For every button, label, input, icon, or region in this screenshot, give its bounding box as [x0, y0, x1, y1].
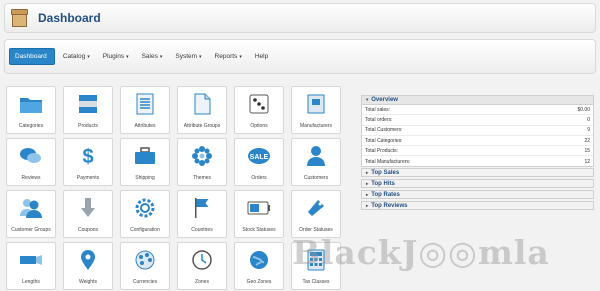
user-group-icon — [19, 196, 43, 220]
stat-row: Total sales: $0.00 — [362, 105, 593, 116]
watermark: BlackJ◎◎mla — [292, 233, 550, 272]
stat-label: Total Categories: — [365, 137, 403, 144]
products-icon — [76, 92, 100, 116]
person-icon — [304, 144, 328, 168]
battery-icon — [247, 196, 271, 220]
chevron-right-icon: ▸ — [366, 180, 369, 186]
tile-categories[interactable]: Categories — [6, 86, 56, 134]
tile-products[interactable]: Products — [63, 86, 113, 134]
globe-icon — [247, 248, 271, 272]
tile-zones[interactable]: Zones — [177, 242, 227, 290]
tile-customer-groups[interactable]: Customer Groups — [6, 190, 56, 238]
page-title: Dashboard — [38, 11, 101, 25]
nav-catalog[interactable]: Catalog ▾ — [58, 49, 95, 64]
briefcase-icon — [133, 144, 157, 168]
nav-system[interactable]: System ▾ — [170, 49, 206, 64]
tile-lengths[interactable]: Lengths — [6, 242, 56, 290]
nav-dashboard[interactable]: Dashboard — [9, 48, 55, 65]
nav-help[interactable]: Help — [250, 49, 275, 64]
tile-orders[interactable]: SALE Orders — [234, 138, 284, 186]
stat-value: 15 — [584, 147, 590, 154]
tile-shipping[interactable]: Shipping — [120, 138, 170, 186]
map-pin-icon — [76, 248, 100, 272]
panel-top-reviews[interactable]: ▸ Top Reviews — [361, 201, 594, 210]
tile-configuration[interactable]: Configuration — [120, 190, 170, 238]
svg-text:SALE: SALE — [250, 154, 269, 161]
tile-manufacturers[interactable]: Manufacturers — [291, 86, 341, 134]
box-icon — [11, 8, 28, 28]
dollar-icon: $ — [76, 144, 100, 168]
stat-value: $0.00 — [577, 106, 590, 113]
chevron-right-icon: ▸ — [366, 169, 369, 175]
nav-sales[interactable]: Sales ▾ — [137, 49, 168, 64]
manufacturer-box-icon — [304, 92, 328, 116]
document-list-icon — [133, 92, 157, 116]
tile-weights[interactable]: Weights — [63, 242, 113, 290]
tile-countries[interactable]: Countries — [177, 190, 227, 238]
panel-top-sales[interactable]: ▸ Top Sales — [361, 168, 594, 177]
nav-reports[interactable]: Reports ▾ — [210, 49, 247, 64]
chevron-down-icon: ▾ — [366, 97, 369, 102]
stat-row: Total orders: 0 — [362, 115, 593, 126]
stat-label: Total Manufacturers: — [365, 158, 411, 165]
document-icon — [190, 92, 214, 116]
overview-panel: ▾ Overview Total sales: $0.00 Total order… — [361, 95, 594, 167]
ruler-icon — [19, 248, 43, 272]
stat-label: Total Customers: — [365, 127, 403, 134]
tile-currencies[interactable]: Currencies — [120, 242, 170, 290]
page-header: Dashboard — [4, 3, 596, 33]
dice-icon — [247, 92, 271, 116]
stat-label: Total Products: — [365, 147, 399, 154]
stat-label: Total sales: — [365, 106, 391, 113]
panel-top-rates[interactable]: ▸ Top Rates — [361, 190, 594, 199]
stat-row: Total Products: 15 — [362, 146, 593, 157]
stat-value: 22 — [584, 137, 590, 144]
stat-row: Total Categories: 22 — [362, 136, 593, 147]
gear-icon — [133, 196, 157, 220]
overview-title: Overview — [371, 97, 398, 103]
tile-order-statuses[interactable]: Order Statuses — [291, 190, 341, 238]
panel-top-hits[interactable]: ▸ Top Hits — [361, 179, 594, 188]
svg-text:$: $ — [82, 146, 93, 167]
tile-customers[interactable]: Customers — [291, 138, 341, 186]
stat-row: Total Manufacturers: 12 — [362, 156, 593, 166]
tile-themes[interactable]: Themes — [177, 138, 227, 186]
nav-plugins[interactable]: Plugins ▾ — [98, 49, 134, 64]
flag-icon — [190, 196, 214, 220]
folder-icon — [19, 92, 43, 116]
tile-options[interactable]: Options — [234, 86, 284, 134]
sale-badge-icon: SALE — [247, 144, 271, 168]
tile-attributes[interactable]: Attributes — [120, 86, 170, 134]
clock-icon — [190, 248, 214, 272]
arrow-down-icon — [76, 196, 100, 220]
tile-reviews[interactable]: Reviews — [6, 138, 56, 186]
stat-label: Total orders: — [365, 116, 393, 123]
tag-icon — [304, 196, 328, 220]
tile-geo-zones[interactable]: Geo Zones — [234, 242, 284, 290]
chevron-right-icon: ▸ — [366, 191, 369, 197]
stat-row: Total Customers: 9 — [362, 126, 593, 136]
stat-value: 0 — [587, 116, 590, 123]
chevron-right-icon: ▸ — [366, 202, 369, 208]
tile-stock-statuses[interactable]: Stock Statuses — [234, 190, 284, 238]
speech-bubbles-icon — [19, 144, 43, 168]
stat-value: 9 — [587, 127, 590, 134]
palette-icon — [133, 248, 157, 272]
tile-coupons[interactable]: Coupons — [63, 190, 113, 238]
tile-attribute-groups[interactable]: Attribute Groups — [177, 86, 227, 134]
overview-header[interactable]: ▾ Overview — [362, 96, 593, 105]
stat-value: 12 — [584, 158, 590, 165]
flower-icon — [190, 144, 214, 168]
tile-payments[interactable]: $ Payments — [63, 138, 113, 186]
main-nav: Dashboard Catalog ▾ Plugins ▾ Sales ▾ Syste… — [4, 39, 596, 74]
